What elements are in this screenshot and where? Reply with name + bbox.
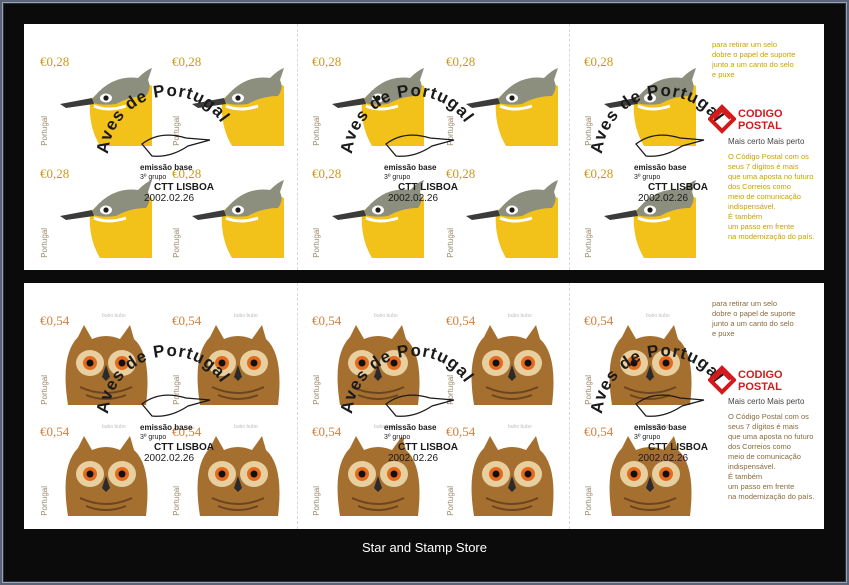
species-label: bubo bubo [234,313,258,319]
bird-illustration [60,178,152,258]
country-label: Portugal [312,486,321,516]
owl-illustration [192,325,284,405]
species-label: bubo bubo [234,424,258,430]
country-label: Portugal [172,228,181,258]
bird-illustration [604,178,696,258]
bird-illustration [192,178,284,258]
owl-illustration [332,436,424,516]
logo-tagline: Mais certo Mais perto [728,397,805,406]
species-label: bubo bubo [102,424,126,430]
species-label: bubo bubo [102,313,126,319]
country-label: Portugal [312,375,321,405]
owl-illustration [332,325,424,405]
bird-illustration [466,178,558,258]
bird-stamp: €0,28 Portugal [310,160,426,260]
species-label: bubo bubo [646,313,670,319]
codigo-postal-logo-icon [708,365,736,395]
bird-stamp: €0,28 Portugal [310,48,426,148]
owl-stamp: €0,54 bubo bubo Portugal [582,307,698,407]
codigo-postal-logo-icon [708,104,736,134]
owl-stamp: €0,54 bubo bubo Portugal [170,418,286,518]
species-label: bubo bubo [646,424,670,430]
bird-stamp: €0,28 Portugal [38,48,154,148]
bird-stamp: €0,28 Portugal [444,160,560,260]
country-label: Portugal [40,228,49,258]
species-label: bubo bubo [508,313,532,319]
country-label: Portugal [312,228,321,258]
country-label: Portugal [446,228,455,258]
species-label: bubo bubo [374,313,398,319]
country-label: Portugal [172,486,181,516]
country-label: Portugal [172,375,181,405]
bird-illustration [60,66,152,146]
logo-title: CODIGO POSTAL [738,369,783,393]
owl-illustration [60,325,152,405]
bird-stamp: €0,28 Portugal [38,160,154,260]
bird-stamp: €0,28 Portugal [582,48,698,148]
country-label: Portugal [584,375,593,405]
country-label: Portugal [172,116,181,146]
country-label: Portugal [584,228,593,258]
owl-illustration [466,436,558,516]
country-label: Portugal [40,116,49,146]
codigo-postal-text: O Código Postal com os seus 7 dígitos é … [728,412,815,501]
owl-stamp: €0,54 bubo bubo Portugal [170,307,286,407]
owl-stamp: €0,54 bubo bubo Portugal [444,418,560,518]
country-label: Portugal [584,486,593,516]
logo-tagline: Mais certo Mais perto [728,137,805,146]
bird-illustration [192,66,284,146]
owl-stamp: €0,54 bubo bubo Portugal [310,418,426,518]
owl-stamp: €0,54 bubo bubo Portugal [310,307,426,407]
species-label: bubo bubo [508,424,532,430]
owl-stamp: €0,54 bubo bubo Portugal [582,418,698,518]
bird-illustration [332,66,424,146]
country-label: Portugal [312,116,321,146]
peel-instructions: para retirar um selo dobre o papel de su… [712,40,796,79]
owl-illustration [192,436,284,516]
bird-stamp: €0,28 Portugal [582,160,698,260]
bird-stamp: €0,28 Portugal [170,160,286,260]
store-caption: Star and Stamp Store [361,540,487,555]
owl-stamp: €0,54 bubo bubo Portugal [444,307,560,407]
owl-stamp: €0,54 bubo bubo Portugal [38,418,154,518]
bird-illustration [332,178,424,258]
country-label: Portugal [40,375,49,405]
country-label: Portugal [584,116,593,146]
species-label: bubo bubo [374,424,398,430]
country-label: Portugal [446,486,455,516]
owl-illustration [604,325,696,405]
bird-stamp: €0,28 Portugal [444,48,560,148]
country-label: Portugal [446,116,455,146]
logo-title: CODIGO POSTAL [738,108,783,132]
bird-illustration [604,66,696,146]
owl-illustration [604,436,696,516]
owl-illustration [60,436,152,516]
owl-stamp: €0,54 bubo bubo Portugal [38,307,154,407]
bird-illustration [466,66,558,146]
codigo-postal-text: O Código Postal com os seus 7 dígitos é … [728,152,815,241]
peel-instructions: para retirar um selo dobre o papel de su… [712,299,796,338]
country-label: Portugal [40,486,49,516]
bird-stamp: €0,28 Portugal [170,48,286,148]
owl-illustration [466,325,558,405]
country-label: Portugal [446,375,455,405]
